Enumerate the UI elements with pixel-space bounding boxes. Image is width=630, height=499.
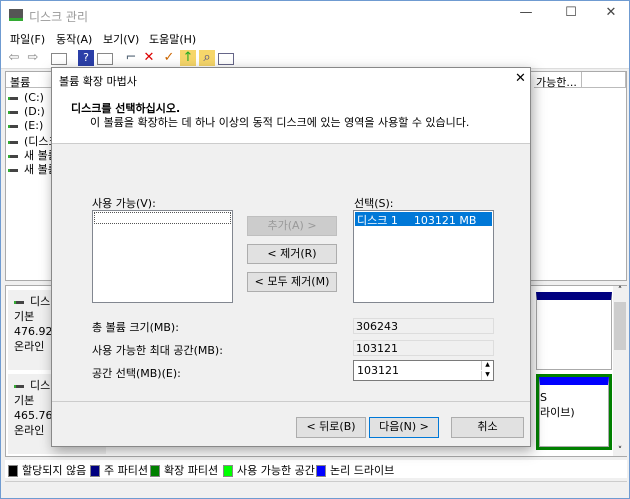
extended-partition: S 라이브) — [536, 374, 612, 450]
focus-rect — [94, 212, 231, 224]
max-space-label: 사용 가능한 최대 공간(MB): — [92, 344, 223, 357]
column-header-free[interactable]: 가능한... — [534, 72, 582, 89]
disk-0-partition[interactable] — [536, 292, 612, 370]
maximize-button[interactable]: ☐ — [556, 5, 586, 25]
volume-row[interactable]: (C:) — [8, 91, 44, 105]
drive-icon — [14, 384, 24, 388]
up-folder-icon[interactable]: ↑ — [180, 50, 196, 66]
help-icon[interactable]: ? — [78, 50, 94, 66]
window-title: 디스크 관리 — [29, 10, 89, 24]
select-space-label: 공간 선택(MB)(E): — [92, 367, 181, 380]
column-header-volume[interactable]: 볼륨 — [6, 72, 56, 89]
volume-row[interactable]: (D:) — [8, 105, 45, 119]
find-icon[interactable]: ⌕ — [199, 50, 215, 66]
close-button[interactable]: ✕ — [596, 5, 626, 25]
legend: 할당되지 않음 주 파티션 확장 파티션 사용 가능한 공간 논리 드라이브 — [5, 460, 627, 478]
scroll-thumb[interactable] — [614, 302, 626, 350]
drive-icon — [8, 124, 18, 128]
drive-icon — [8, 168, 18, 172]
list-icon[interactable] — [218, 53, 234, 65]
max-space-value: 103121 — [353, 340, 494, 356]
logical-drive[interactable]: S 라이브) — [539, 377, 609, 447]
drive-icon — [14, 300, 24, 304]
drive-icon — [8, 140, 18, 144]
disk-management-icon — [9, 9, 23, 21]
remove-all-button[interactable]: < 모두 제거(M) — [247, 272, 337, 292]
total-size-value: 306243 — [353, 318, 494, 334]
separator — [52, 401, 530, 402]
menu-file[interactable]: 파일(F) — [10, 31, 45, 47]
selected-label: 선택(S): — [354, 197, 394, 210]
console-tree-icon[interactable] — [51, 53, 67, 65]
status-bar — [5, 481, 627, 498]
legend-extended: 확장 파티션 — [150, 462, 218, 478]
total-size-label: 총 볼륨 크기(MB): — [92, 321, 179, 334]
dialog-close-button[interactable]: ✕ — [515, 71, 526, 86]
spin-up-icon[interactable]: ▲ — [481, 361, 493, 370]
select-space-input[interactable]: 103121 — [357, 364, 399, 377]
remove-button[interactable]: < 제거(R) — [247, 244, 337, 264]
delete-icon[interactable]: ✕ — [141, 50, 157, 66]
cancel-button[interactable]: 취소 — [451, 417, 524, 438]
menu-view[interactable]: 보기(V) — [103, 31, 139, 47]
vertical-scrollbar[interactable]: ˄ ˅ — [613, 286, 627, 456]
back-button[interactable]: < 뒤로(B) — [296, 417, 366, 438]
volume-row[interactable]: (E:) — [8, 119, 43, 133]
action-pane-icon[interactable] — [97, 53, 113, 65]
title-bar: 디스크 관리 — ☐ ✕ — [1, 1, 629, 31]
drive-icon — [8, 110, 18, 114]
wizard-subheading: 이 볼륨을 확장하는 데 하나 이상의 동적 디스크에 있는 영역을 사용할 수… — [90, 116, 470, 129]
spin-down-icon[interactable]: ▼ — [481, 371, 493, 380]
next-button[interactable]: 다음(N) > — [369, 417, 439, 438]
toolbar: ⇦ ⇨ ? ⌐ ✕ ✓ ↑ ⌕ — [1, 47, 629, 69]
drive-icon — [8, 96, 18, 100]
minimize-button[interactable]: — — [511, 5, 541, 25]
available-label: 사용 가능(V): — [92, 197, 156, 210]
drive-icon — [8, 154, 18, 158]
scroll-down-arrow[interactable]: ˅ — [613, 446, 627, 456]
legend-unallocated: 할당되지 않음 — [8, 462, 86, 478]
select-space-spinbox[interactable]: 103121 ▲ ▼ — [353, 360, 494, 381]
column-header-blank[interactable] — [582, 72, 626, 88]
selected-listbox[interactable]: 디스크 1 103121 MB — [353, 210, 494, 303]
connect-icon[interactable]: ⌐ — [123, 50, 139, 66]
dialog-title: 볼륨 확장 마법사 — [59, 75, 137, 88]
menu-action[interactable]: 동작(A) — [56, 31, 92, 47]
add-button[interactable]: 추가(A) > — [247, 216, 337, 236]
back-icon[interactable]: ⇦ — [6, 50, 22, 66]
legend-primary: 주 파티션 — [90, 462, 148, 478]
properties-icon[interactable]: ✓ — [161, 50, 177, 66]
legend-logical: 논리 드라이브 — [316, 462, 394, 478]
legend-free-space: 사용 가능한 공간 — [223, 462, 315, 478]
menu-help[interactable]: 도움말(H) — [149, 31, 196, 47]
wizard-header: 볼륨 확장 마법사 ✕ 디스크를 선택하십시오. 이 볼륨을 확장하는 데 하나… — [52, 68, 530, 144]
selected-disk-item[interactable]: 디스크 1 103121 MB — [355, 212, 492, 227]
extend-volume-wizard: 볼륨 확장 마법사 ✕ 디스크를 선택하십시오. 이 볼륨을 확장하는 데 하나… — [51, 67, 531, 447]
forward-icon[interactable]: ⇨ — [25, 50, 41, 66]
available-listbox[interactable] — [92, 210, 233, 303]
menu-bar: 파일(F) 동작(A) 보기(V) 도움말(H) — [1, 29, 629, 47]
scroll-up-arrow[interactable]: ˄ — [613, 286, 627, 296]
